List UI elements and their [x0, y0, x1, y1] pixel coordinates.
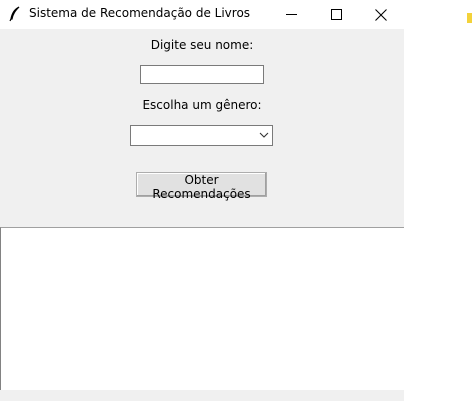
- name-label: Digite seu nome:: [150, 38, 254, 52]
- close-button[interactable]: [358, 0, 404, 29]
- minimize-icon: [285, 14, 297, 15]
- genre-combobox[interactable]: [130, 125, 273, 146]
- minimize-button[interactable]: [268, 0, 314, 29]
- bottom-strip: [0, 390, 404, 401]
- title-bar[interactable]: Sistema de Recomendação de Livros: [0, 0, 404, 29]
- genre-label: Escolha um gênero:: [142, 98, 262, 112]
- feather-icon: [9, 6, 20, 22]
- app-window: Sistema de Recomendação de Livros Digite…: [0, 0, 404, 401]
- chevron-down-icon[interactable]: [259, 131, 269, 139]
- get-recommendations-button[interactable]: Obter Recomendações: [136, 172, 267, 201]
- recommendations-output[interactable]: [0, 227, 404, 390]
- name-input[interactable]: [140, 65, 264, 84]
- close-icon: [375, 8, 387, 21]
- maximize-button[interactable]: [313, 0, 359, 29]
- background-marker: [467, 13, 472, 23]
- client-area: Digite seu nome: Escolha um gênero: Obte…: [0, 29, 404, 401]
- window-title: Sistema de Recomendação de Livros: [29, 6, 251, 20]
- maximize-icon: [330, 9, 342, 20]
